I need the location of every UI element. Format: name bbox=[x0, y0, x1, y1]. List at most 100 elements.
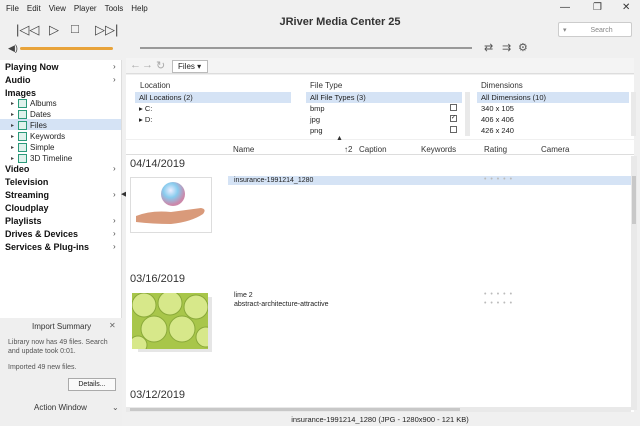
chevron-right-icon[interactable]: › bbox=[113, 164, 116, 173]
list-scrollbar[interactable] bbox=[631, 156, 637, 410]
repeat-icon[interactable]: ⇄ bbox=[484, 41, 493, 54]
thumbnail[interactable] bbox=[130, 177, 212, 233]
rating-stars[interactable]: • • • • • bbox=[484, 300, 513, 307]
dimensions-scrollbar[interactable] bbox=[631, 92, 636, 136]
sidebar-item-video[interactable]: Video bbox=[5, 164, 29, 174]
chevron-right-icon[interactable]: › bbox=[113, 242, 116, 251]
summary-imported: Imported 49 new files. bbox=[8, 364, 77, 371]
minimize-icon[interactable]: — bbox=[560, 2, 570, 13]
shuffle-icon[interactable]: ⇉ bbox=[502, 41, 511, 54]
sidebar-item-services[interactable]: Services & Plug-ins bbox=[5, 242, 89, 252]
column-caption[interactable]: Caption bbox=[359, 145, 387, 154]
filetype-row[interactable]: png bbox=[306, 125, 462, 136]
dimensions-row[interactable]: 340 x 105 bbox=[477, 103, 629, 114]
column-keywords[interactable]: Keywords bbox=[421, 145, 456, 154]
column-camera[interactable]: Camera bbox=[541, 145, 569, 154]
close-icon[interactable]: ✕ bbox=[622, 2, 630, 13]
filetype-row[interactable]: bmp bbox=[306, 103, 462, 114]
close-icon[interactable]: ✕ bbox=[109, 321, 116, 330]
column-rating[interactable]: Rating bbox=[484, 145, 507, 154]
menu-help[interactable]: Help bbox=[131, 4, 147, 13]
dimensions-row[interactable]: All Dimensions (10) bbox=[477, 92, 629, 103]
tab-files[interactable]: Files ▾ bbox=[172, 60, 208, 73]
sidebar-item-audio[interactable]: Audio bbox=[5, 75, 31, 85]
expand-icon[interactable]: ▸ bbox=[11, 122, 14, 129]
dimensions-row[interactable]: 406 x 406 bbox=[477, 114, 629, 125]
tab-files-label: Files bbox=[178, 62, 195, 71]
sidebar-item-playing-now[interactable]: Playing Now bbox=[5, 62, 59, 72]
sidebar-item-simple[interactable]: Simple bbox=[30, 143, 54, 152]
expand-icon[interactable]: ▸ bbox=[11, 133, 14, 140]
forward-icon[interactable]: → bbox=[142, 59, 153, 71]
back-icon[interactable]: ← bbox=[130, 59, 141, 71]
chevron-down-icon[interactable]: ⌄ bbox=[112, 403, 119, 412]
filetype-scrollbar[interactable] bbox=[465, 92, 470, 136]
table-row[interactable]: insurance-1991214_1280 bbox=[228, 176, 632, 185]
chevron-right-icon[interactable]: › bbox=[113, 62, 116, 71]
horizontal-scrollbar[interactable] bbox=[126, 407, 631, 412]
expand-icon[interactable]: ▸ bbox=[139, 104, 143, 113]
location-row[interactable]: All Locations (2) bbox=[135, 92, 291, 103]
png-checkbox[interactable] bbox=[450, 126, 457, 133]
search-input[interactable]: ▾ Search bbox=[558, 22, 632, 37]
sidebar-item-images[interactable]: Images bbox=[5, 88, 36, 98]
summary-title: Import Summary bbox=[32, 322, 92, 331]
dimensions-row[interactable]: 426 x 240 bbox=[477, 125, 629, 136]
volume-icon[interactable]: ◀) bbox=[8, 43, 18, 54]
sidebar-item-files[interactable]: Files bbox=[30, 121, 47, 130]
expand-icon[interactable]: ▸ bbox=[11, 144, 14, 151]
filetype-row[interactable]: All File Types (3) bbox=[306, 92, 462, 103]
location-header: Location bbox=[140, 81, 171, 90]
sidebar-item-television[interactable]: Television bbox=[5, 177, 48, 187]
expand-icon[interactable]: ▸ bbox=[139, 115, 143, 124]
previous-icon[interactable]: |◁◁ bbox=[16, 22, 39, 38]
menu-file[interactable]: File bbox=[6, 4, 19, 13]
rating-stars[interactable]: • • • • • bbox=[484, 291, 513, 298]
sidebar-item-cloudplay[interactable]: Cloudplay bbox=[5, 203, 49, 213]
location-row[interactable]: ▸ C: bbox=[135, 103, 291, 114]
expand-icon[interactable]: ▸ bbox=[11, 100, 14, 107]
expand-icon[interactable]: ▸ bbox=[11, 155, 14, 162]
scrollbar-thumb[interactable] bbox=[632, 176, 636, 224]
chevron-right-icon[interactable]: › bbox=[113, 75, 116, 84]
location-row[interactable]: ▸ D: bbox=[135, 114, 291, 125]
sidebar-item-keywords[interactable]: Keywords bbox=[30, 132, 65, 141]
next-icon[interactable]: ▷▷| bbox=[95, 22, 118, 38]
sidebar-item-albums[interactable]: Albums bbox=[30, 99, 57, 108]
table-row[interactable]: abstract-architecture-attractive bbox=[228, 300, 632, 309]
sidebar-item-drives[interactable]: Drives & Devices bbox=[5, 229, 78, 239]
sidebar-item-streaming[interactable]: Streaming bbox=[5, 190, 49, 200]
thumbnail[interactable] bbox=[132, 293, 208, 349]
seek-bar[interactable] bbox=[140, 47, 472, 49]
jpg-checkbox[interactable]: ✓ bbox=[450, 115, 457, 122]
filetype-row[interactable]: jpg bbox=[306, 114, 462, 125]
sidebar-item-playlists[interactable]: Playlists bbox=[5, 216, 42, 226]
menu-edit[interactable]: Edit bbox=[27, 4, 41, 13]
chevron-right-icon[interactable]: › bbox=[113, 229, 116, 238]
bmp-checkbox[interactable] bbox=[450, 104, 457, 111]
rating-stars[interactable]: • • • • • bbox=[484, 176, 513, 183]
chevron-right-icon[interactable]: › bbox=[113, 216, 116, 225]
play-icon[interactable]: ▷ bbox=[49, 22, 59, 38]
expand-icon[interactable]: ▸ bbox=[11, 111, 14, 118]
sidebar-item-dates[interactable]: Dates bbox=[30, 110, 51, 119]
details-button[interactable]: Details... bbox=[68, 378, 116, 391]
group-date: 04/14/2019 bbox=[130, 158, 186, 170]
menu-view[interactable]: View bbox=[49, 4, 66, 13]
settings-icon[interactable]: ⚙ bbox=[518, 41, 528, 54]
collapse-up-icon[interactable]: ▲ bbox=[336, 135, 343, 142]
table-row[interactable]: lime 2 bbox=[228, 291, 632, 300]
search-dropdown-icon[interactable]: ▾ bbox=[563, 27, 567, 34]
chevron-right-icon[interactable]: › bbox=[113, 190, 116, 199]
menu-tools[interactable]: Tools bbox=[105, 4, 124, 13]
file-name: insurance-1991214_1280 bbox=[234, 177, 314, 184]
sidebar-item-3d-timeline[interactable]: 3D Timeline bbox=[30, 154, 72, 163]
stop-icon[interactable]: □ bbox=[71, 21, 79, 36]
scrollbar-thumb[interactable] bbox=[130, 408, 460, 411]
column-name[interactable]: Name bbox=[233, 145, 254, 154]
timeline-icon bbox=[18, 154, 27, 163]
maximize-icon[interactable]: ❐ bbox=[593, 2, 602, 13]
refresh-icon[interactable]: ↻ bbox=[156, 59, 165, 72]
volume-slider[interactable] bbox=[20, 47, 113, 50]
menu-player[interactable]: Player bbox=[74, 4, 97, 13]
